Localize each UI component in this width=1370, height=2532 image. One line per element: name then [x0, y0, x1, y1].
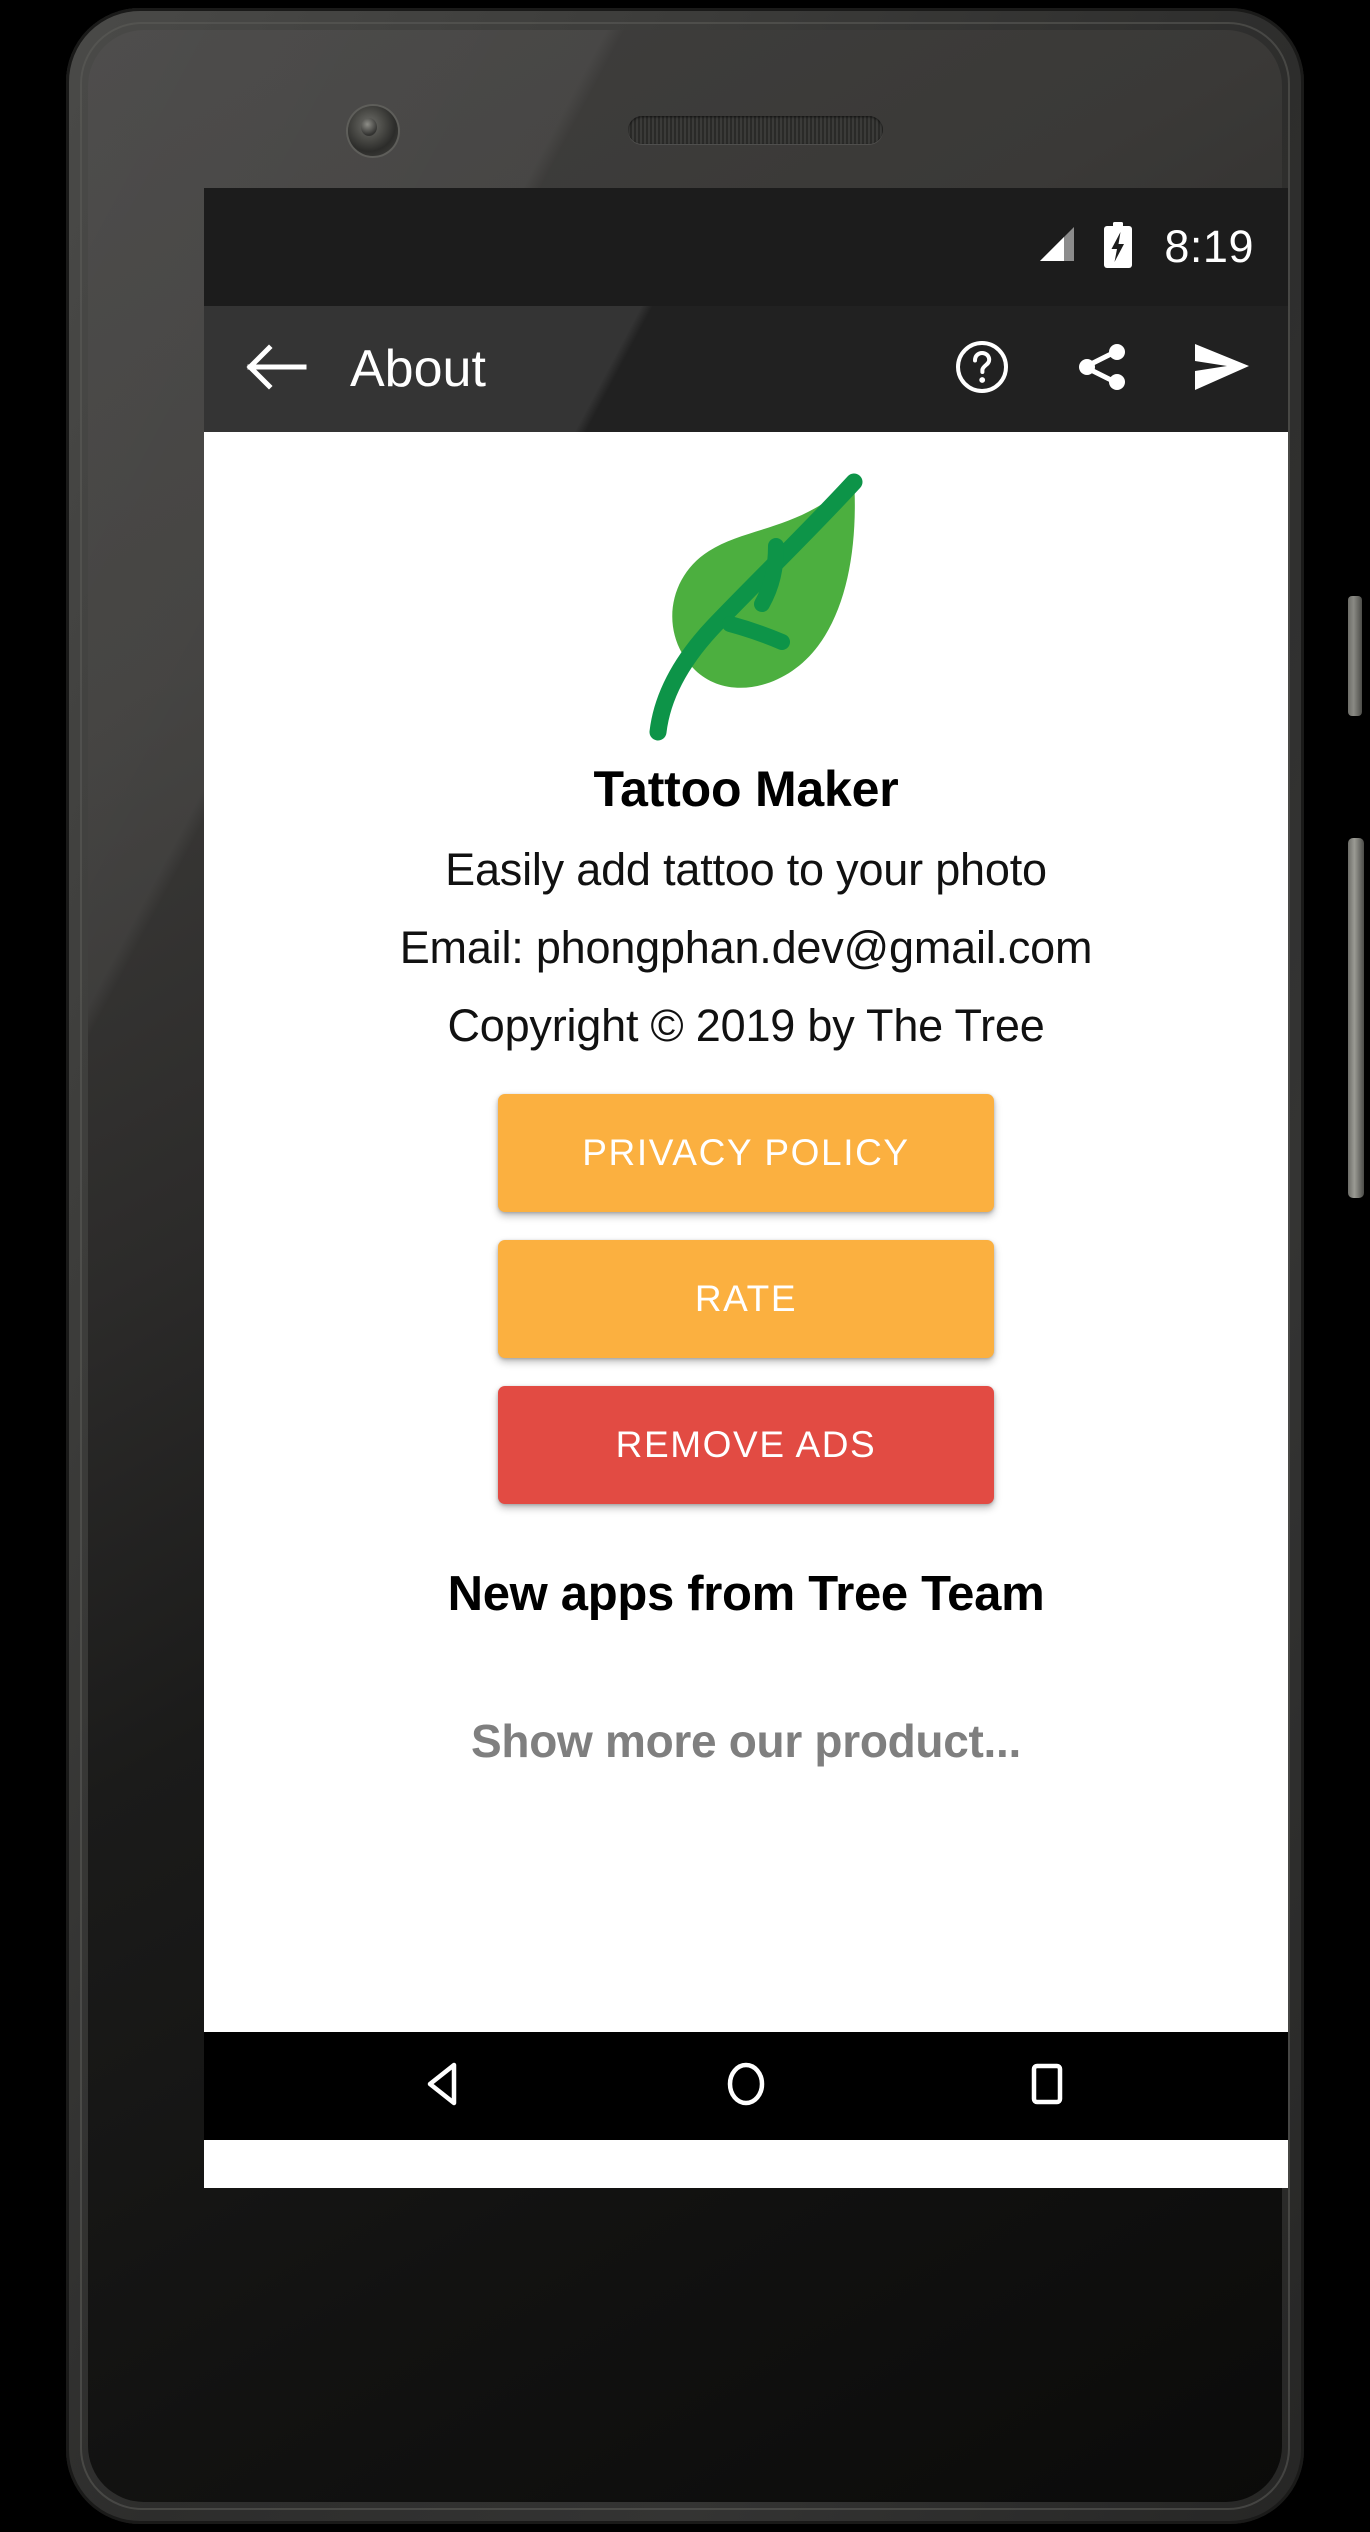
- battery-charging-icon: [1102, 221, 1134, 273]
- show-more-products-link[interactable]: Show more our product...: [471, 1714, 1021, 1768]
- contact-email: Email: phongphan.dev@gmail.com: [399, 922, 1093, 973]
- app-bar: About: [204, 306, 1288, 432]
- copyright-text: Copyright © 2019 by The Tree: [447, 1000, 1045, 1051]
- front-camera-icon: [348, 106, 398, 156]
- share-icon: [1073, 338, 1131, 401]
- nav-recents-square-icon: [1020, 2057, 1074, 2116]
- power-button[interactable]: [1348, 596, 1362, 716]
- status-bar-icons: 8:19: [1038, 221, 1254, 273]
- back-arrow-icon: [246, 343, 308, 396]
- rate-button[interactable]: RATE: [498, 1240, 994, 1358]
- app-tagline: Easily add tattoo to your photo: [445, 844, 1047, 895]
- nav-back-triangle-icon: [418, 2057, 472, 2116]
- new-apps-section-title: New apps from Tree Team: [447, 1567, 1045, 1621]
- share-button[interactable]: [1066, 333, 1138, 405]
- phone-screen: 8:19 About Tattoo Maker Easily add tatto…: [204, 188, 1288, 2188]
- help-icon: [953, 338, 1011, 401]
- app-name: Tattoo Maker: [593, 761, 899, 817]
- leaf-logo-icon: [596, 456, 896, 761]
- nav-back-button[interactable]: [390, 2036, 500, 2136]
- page-title: About: [350, 340, 486, 398]
- help-button[interactable]: [946, 333, 1018, 405]
- app-bar-actions: [946, 333, 1258, 405]
- nav-recents-button[interactable]: [992, 2036, 1102, 2136]
- back-button[interactable]: [238, 330, 316, 408]
- status-bar-time: 8:19: [1164, 221, 1254, 272]
- app-logo: [596, 458, 896, 758]
- android-navigation-bar: [204, 2032, 1288, 2140]
- privacy-policy-button[interactable]: PRIVACY POLICY: [498, 1094, 994, 1212]
- status-bar: 8:19: [204, 188, 1288, 306]
- phone-device-frame: 8:19 About Tattoo Maker Easily add tatto…: [66, 8, 1364, 2524]
- about-content: Tattoo Maker Easily add tattoo to your p…: [204, 432, 1288, 2032]
- remove-ads-button[interactable]: REMOVE ADS: [498, 1386, 994, 1504]
- action-button-stack: PRIVACY POLICY RATE REMOVE ADS: [498, 1094, 994, 1504]
- nav-home-circle-icon: [719, 2057, 773, 2116]
- volume-rocker-button[interactable]: [1348, 838, 1364, 1198]
- send-button[interactable]: [1186, 333, 1258, 405]
- earpiece-speaker: [628, 116, 883, 144]
- signal-cellular-icon: [1038, 225, 1080, 270]
- nav-home-button[interactable]: [691, 2036, 801, 2136]
- send-icon: [1191, 340, 1253, 399]
